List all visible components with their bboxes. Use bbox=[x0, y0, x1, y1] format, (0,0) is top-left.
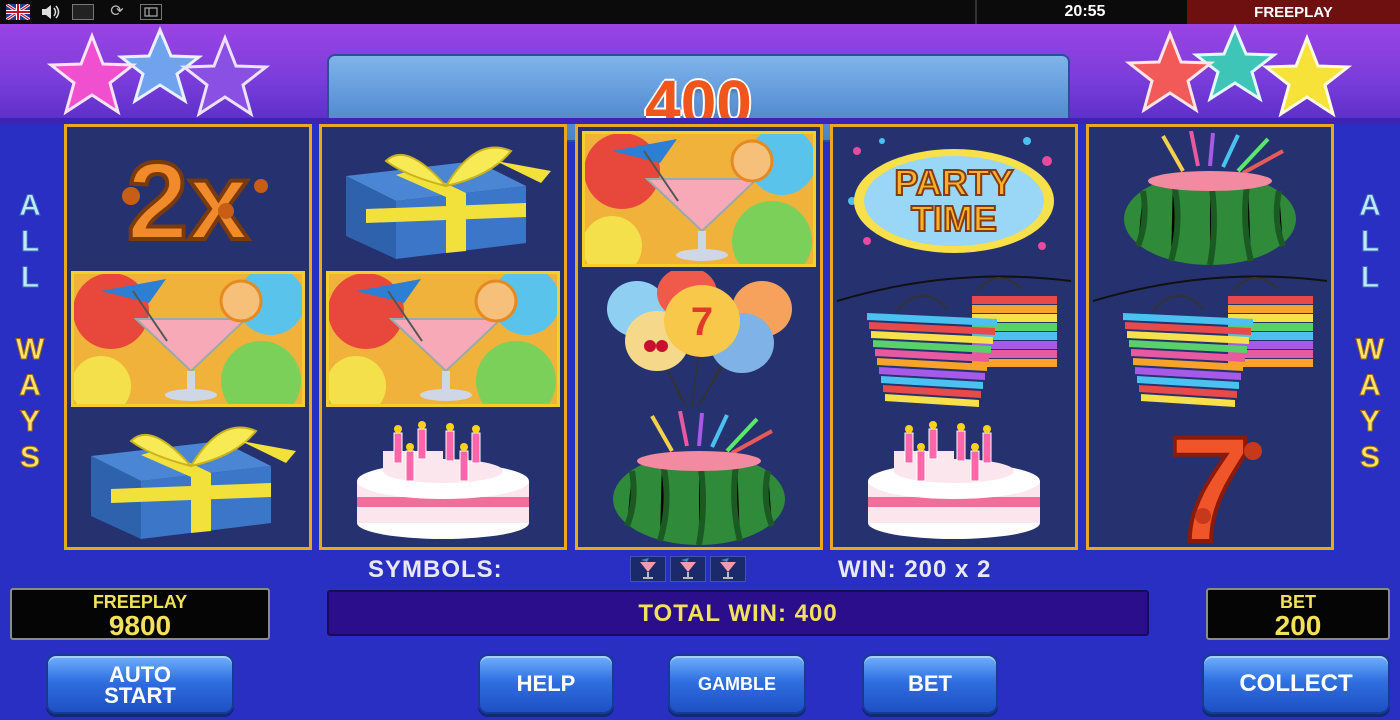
symbols-label: SYMBOLS: bbox=[368, 556, 503, 583]
bet-value: 200 bbox=[1274, 610, 1322, 641]
watermelon-icon bbox=[582, 410, 816, 547]
ways-letter: L bbox=[1360, 225, 1380, 259]
symbol-text: PARTY bbox=[894, 162, 1013, 203]
seven-icon: 7 bbox=[1093, 403, 1327, 575]
help-button[interactable]: HELP bbox=[478, 654, 614, 714]
party-time-icon: PARTY TIME bbox=[837, 131, 1071, 267]
win-line-text: WIN: 200 x 2 bbox=[838, 556, 992, 583]
credit-meter: FREEPLAY 9800 bbox=[10, 588, 270, 640]
ways-letter: A bbox=[1359, 189, 1382, 223]
credit-value: 9800 bbox=[108, 610, 172, 641]
speaker-icon[interactable] bbox=[40, 4, 62, 20]
reel-5: 7 bbox=[1086, 124, 1334, 575]
bet-meter: BET 200 bbox=[1206, 588, 1390, 640]
total-win-display: TOTAL WIN: 400 bbox=[327, 590, 1149, 636]
stars-left-icon bbox=[46, 26, 271, 118]
ways-letter: W bbox=[15, 333, 45, 367]
clock: 20:55 bbox=[1064, 3, 1106, 20]
all-ways-label-left: ALLWAYS bbox=[10, 188, 50, 476]
fullscreen-icon[interactable] bbox=[140, 4, 162, 20]
gift-box-icon bbox=[71, 411, 305, 547]
red-star-icon bbox=[1124, 29, 1216, 114]
watermelon-icon bbox=[1093, 130, 1327, 267]
window-icon[interactable] bbox=[72, 4, 94, 20]
credit-label: FREEPLAY bbox=[92, 592, 188, 612]
collect-button[interactable]: COLLECT bbox=[1202, 654, 1390, 714]
game-mode-label: FREEPLAY bbox=[1187, 0, 1400, 24]
ways-letter: L bbox=[20, 225, 40, 259]
symbol-text: 7 bbox=[1168, 411, 1251, 547]
gift-box-icon bbox=[326, 131, 560, 267]
info-bar: SYMBOLS: WIN: 200 x 2 bbox=[0, 554, 1400, 584]
uk-flag-icon[interactable] bbox=[6, 4, 30, 20]
ways-letter: A bbox=[1359, 369, 1382, 403]
purple-star-icon bbox=[179, 33, 271, 118]
header-band: 400 bbox=[0, 24, 1400, 142]
cocktail-icon bbox=[710, 556, 746, 582]
cocktail-icon bbox=[582, 127, 816, 281]
pink-star-icon bbox=[46, 31, 138, 116]
bet-label: BET bbox=[1280, 592, 1316, 612]
reel-1: 2x bbox=[64, 124, 312, 550]
stars-right-icon bbox=[1124, 24, 1353, 118]
reel-2 bbox=[319, 124, 567, 550]
bet-button[interactable]: BET bbox=[862, 654, 998, 714]
all-ways-label-right: ALLWAYS bbox=[1350, 188, 1390, 476]
reel-area: ALLWAYS ALLWAYS 2x 7 PARTY TIME 7 bbox=[0, 124, 1400, 575]
paper-lanterns-icon bbox=[1092, 271, 1328, 407]
ways-letter: A bbox=[19, 369, 42, 403]
divider bbox=[975, 0, 977, 24]
birthday-cake-icon bbox=[837, 411, 1071, 547]
symbol-text: 2x bbox=[127, 140, 249, 263]
ways-letter: S bbox=[19, 441, 40, 475]
yellow-star-icon bbox=[1261, 33, 1353, 118]
cocktail-icon bbox=[326, 267, 560, 421]
cocktail-icon bbox=[670, 556, 706, 582]
ways-letter: W bbox=[1355, 333, 1385, 367]
ways-letter: L bbox=[20, 261, 40, 295]
winning-symbols bbox=[630, 556, 750, 582]
cocktail-icon bbox=[71, 267, 305, 421]
auto-start-line1: AUTO bbox=[109, 662, 171, 687]
system-bar: ⟳ 20:55 FREEPLAY bbox=[0, 0, 1400, 24]
gamble-button[interactable]: GAMBLE bbox=[668, 654, 806, 714]
ways-letter: L bbox=[1360, 261, 1380, 295]
reel-3: 7 bbox=[575, 124, 823, 550]
auto-start-line2: START bbox=[104, 683, 176, 708]
paper-lanterns-icon bbox=[836, 271, 1072, 407]
ways-letter: A bbox=[19, 189, 42, 223]
ways-letter: Y bbox=[1359, 405, 1380, 439]
cocktail-icon bbox=[630, 556, 666, 582]
auto-start-button[interactable]: AUTO START bbox=[46, 654, 234, 714]
ways-letter: Y bbox=[19, 405, 40, 439]
balloons-icon: 7 bbox=[582, 267, 816, 408]
reel-4: PARTY TIME bbox=[830, 124, 1078, 550]
reload-icon[interactable]: ⟳ bbox=[106, 4, 128, 20]
birthday-cake-icon bbox=[326, 411, 560, 547]
multiplier-2x-icon: 2x bbox=[71, 131, 305, 267]
ways-letter: S bbox=[1359, 441, 1380, 475]
symbol-text: TIME bbox=[911, 198, 997, 239]
symbol-text: 7 bbox=[691, 300, 713, 344]
